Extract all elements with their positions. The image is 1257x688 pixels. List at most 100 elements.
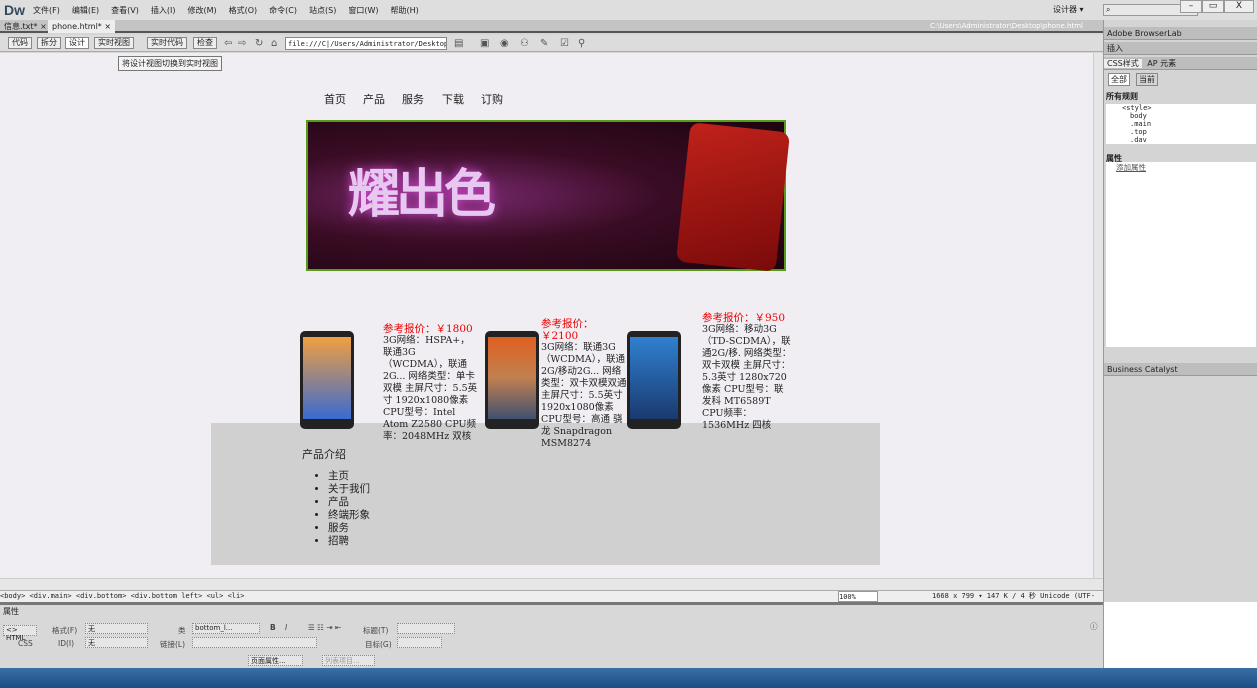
current-button[interactable]: 当前 — [1136, 73, 1158, 86]
menu-insert[interactable]: 插入(I) — [151, 5, 176, 16]
product-image-3 — [627, 331, 681, 429]
preview-browser-icon[interactable]: ◉ — [500, 38, 509, 49]
menu-window[interactable]: 窗口(W) — [348, 5, 378, 16]
format-select[interactable]: 无 — [85, 623, 148, 634]
list-item[interactable]: 招聘 — [328, 535, 370, 548]
tab-info-txt[interactable]: 信息.txt* × — [0, 20, 51, 33]
all-button[interactable]: 全部 — [1108, 73, 1130, 86]
tab-phone-html[interactable]: phone.html* × — [48, 20, 116, 33]
visual-aids-icon[interactable]: ✎ — [540, 38, 548, 49]
menu-view[interactable]: 查看(V) — [111, 5, 139, 16]
restore-button[interactable]: ▭ — [1202, 0, 1224, 13]
address-field[interactable]: file:///C|/Users/Administrator/Desktop ▾ — [285, 37, 447, 50]
product-image-1 — [300, 331, 354, 429]
add-property-link[interactable]: 添加属性 — [1116, 163, 1146, 172]
rule-top[interactable]: .top — [1106, 128, 1256, 136]
document-tabs: 信息.txt* × phone.html* × C:\Users\Adminis… — [0, 20, 1103, 33]
home-icon[interactable]: ⌂ — [271, 38, 277, 49]
product-specs: 3G网络：联通3G（WCDMA），联通2G/移动2G... 网络类型：双卡双模双… — [541, 342, 627, 449]
id-label: ID(I) — [58, 639, 75, 648]
bold-button[interactable]: B — [270, 623, 276, 632]
help-icon[interactable]: ⓘ — [1090, 621, 1098, 632]
file-path: C:\Users\Administrator\Desktop\phone.htm… — [930, 22, 1083, 30]
back-icon[interactable]: ⇦ — [224, 38, 232, 49]
banner-image: 耀出色 — [306, 120, 791, 272]
inspect-button[interactable]: 检查 — [193, 37, 217, 49]
list-item[interactable]: 主页 — [328, 470, 370, 483]
nav-download[interactable]: 下载 — [442, 91, 464, 107]
nav-order[interactable]: 订购 — [481, 91, 503, 107]
banner-phone-image — [675, 122, 791, 272]
css-button[interactable]: CSS — [18, 639, 33, 648]
business-catalyst-panel[interactable]: Business Catalyst — [1104, 363, 1257, 376]
bottom-title: 产品介绍 — [302, 448, 346, 461]
id-select[interactable]: 无 — [85, 637, 148, 648]
menu-modify[interactable]: 修改(M) — [187, 5, 216, 16]
refresh-icon[interactable]: ↻ — [255, 38, 263, 49]
list-icons[interactable]: ☰ ☷ ⇥ ⇤ — [308, 623, 341, 632]
class-select[interactable]: bottom_l... — [192, 623, 260, 634]
split-view-button[interactable]: 拆分 — [37, 37, 61, 49]
horizontal-scrollbar[interactable] — [0, 578, 1103, 590]
html-button[interactable]: <> HTML — [3, 625, 37, 642]
vertical-scrollbar[interactable] — [1093, 53, 1103, 578]
page-properties-button[interactable]: 页面属性... — [248, 655, 303, 666]
product-price: 参考报价：￥950 — [702, 312, 786, 324]
right-panel: Adobe BrowserLab 插入 CSS样式 AP 元素 全部 当前 所有… — [1103, 20, 1257, 682]
product-price: 参考报价：￥1800 — [383, 323, 473, 335]
nav-products[interactable]: 产品 — [363, 91, 385, 107]
menu-format[interactable]: 格式(O) — [229, 5, 258, 16]
product-image-2 — [485, 331, 539, 429]
rule-style[interactable]: <style> — [1106, 104, 1256, 112]
check-browser-icon[interactable]: ⚲ — [578, 38, 585, 49]
tab-ap-elements[interactable]: AP 元素 — [1144, 59, 1179, 68]
product-price: 参考报价：￥2100 — [541, 318, 594, 342]
list-item[interactable]: 终端形象 — [328, 509, 370, 522]
target-select[interactable] — [397, 637, 442, 648]
menu-commands[interactable]: 命令(C) — [269, 5, 297, 16]
browserlab-panel[interactable]: Adobe BrowserLab — [1104, 27, 1257, 40]
menu-edit[interactable]: 编辑(E) — [72, 5, 99, 16]
workspace-switcher[interactable]: 设计器 ▾ — [1053, 4, 1084, 15]
rule-main[interactable]: .main — [1106, 120, 1256, 128]
document-toolbar: 代码 拆分 设计 实时视图 实时代码 检查 ⇦ ⇨ ↻ ⌂ file:///C|… — [0, 35, 1103, 52]
banner-title: 耀出色 — [348, 164, 496, 225]
product-2: 参考报价：￥2100 3G网络：联通3G（WCDMA），联通2G/移动2G...… — [541, 318, 627, 450]
tag-selector[interactable]: <body> <div.main> <div.bottom> <div.bott… — [0, 592, 244, 600]
rule-body[interactable]: body — [1106, 112, 1256, 120]
menu-site[interactable]: 站点(S) — [309, 5, 336, 16]
list-item[interactable]: 产品 — [328, 496, 370, 509]
menu-help[interactable]: 帮助(H) — [390, 5, 418, 16]
page-options-icon[interactable]: ▤ — [454, 38, 463, 49]
tab-css-styles[interactable]: CSS样式 — [1104, 59, 1142, 68]
properties-panel: 属性 <> HTML CSS 格式(F) 无 ID(I) 无 类 bottom_… — [0, 602, 1103, 668]
menu-file[interactable]: 文件(F) — [33, 5, 60, 16]
class-label: 类 — [178, 626, 186, 635]
forward-icon[interactable]: ⇨ — [238, 38, 246, 49]
validate-icon[interactable]: ☑ — [560, 38, 569, 49]
product-specs: 3G网络：HSPA+，联通3G（WCDMA），联通2G... 网络类型：单卡双模… — [383, 335, 478, 442]
format-label: 格式(F) — [52, 626, 78, 635]
list-item-button[interactable]: 列表项目... — [322, 655, 375, 666]
nav-services[interactable]: 服务 — [402, 91, 424, 107]
nav-home[interactable]: 首页 — [324, 91, 346, 107]
design-view-button[interactable]: 设计 — [65, 37, 89, 49]
list-item[interactable]: 服务 — [328, 522, 370, 535]
all-rules-heading: 所有规则 — [1106, 92, 1138, 101]
list-item[interactable]: 关于我们 — [328, 483, 370, 496]
code-view-button[interactable]: 代码 — [8, 37, 32, 49]
minimize-button[interactable]: – — [1180, 0, 1202, 13]
close-button[interactable]: X — [1224, 0, 1254, 13]
debug-icon[interactable]: ⚇ — [520, 38, 529, 49]
link-input[interactable] — [192, 637, 317, 648]
title-input[interactable] — [397, 623, 455, 634]
live-code-button[interactable]: 实时代码 — [147, 37, 187, 49]
rule-dav[interactable]: .dav — [1106, 136, 1256, 144]
live-view-button[interactable]: 实时视图 — [94, 37, 134, 49]
multiscreen-icon[interactable]: ▣ — [480, 38, 489, 49]
zoom-select[interactable]: 100% — [838, 591, 878, 602]
taskbar — [0, 668, 1257, 688]
italic-button[interactable]: I — [285, 623, 287, 632]
insert-panel[interactable]: 插入 — [1104, 42, 1257, 55]
properties-title: 属性 — [3, 607, 19, 616]
